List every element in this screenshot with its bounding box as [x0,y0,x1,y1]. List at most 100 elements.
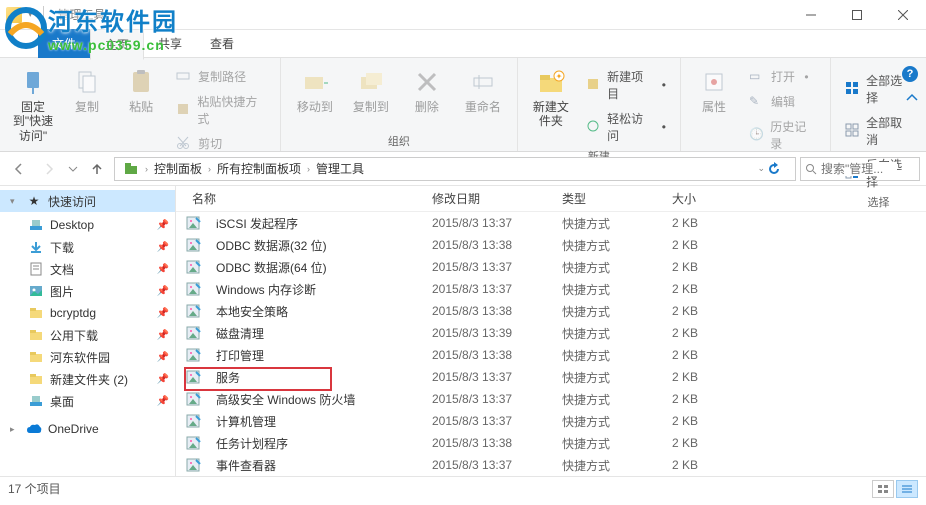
file-name: 事件查看器 [208,457,424,474]
open-button[interactable]: ▭打开 • [745,66,820,87]
pin-quick-access-button[interactable]: 固定到"快速访问" [10,62,56,143]
select-none-button[interactable]: 全部取消 [841,112,916,150]
shortcut-icon [184,434,202,452]
breadcrumb-dropdown-icon[interactable]: ⌄ [757,163,765,174]
file-row[interactable]: 本地安全策略2015/8/3 13:38快捷方式2 KB [176,300,926,322]
nav-item-label: 公用下载 [50,327,98,344]
minimize-button[interactable] [788,0,834,30]
column-size[interactable]: 大小 [664,186,734,211]
nav-item[interactable]: 新建文件夹 (2)📌 [0,368,175,390]
move-to-button[interactable]: 移动到 [291,62,339,114]
nav-item-label: 新建文件夹 (2) [50,371,128,388]
up-button[interactable] [84,156,110,182]
folder-icon [28,371,44,387]
maximize-button[interactable] [834,0,880,30]
column-name[interactable]: 名称 [184,186,424,211]
file-size: 2 KB [664,436,734,450]
rename-button[interactable]: 重命名 [459,62,507,114]
breadcrumb[interactable]: › 控制面板› 所有控制面板项› 管理工具 ⌄ [114,157,796,181]
tab-file[interactable]: 文件 [38,29,90,58]
ribbon-collapse-icon[interactable] [906,92,918,104]
history-button[interactable]: 🕒历史记录 [745,116,820,154]
file-row[interactable]: 任务计划程序2015/8/3 13:38快捷方式2 KB [176,432,926,454]
shortcut-icon [184,280,202,298]
file-name: ODBC 数据源(64 位) [208,259,424,276]
nav-item[interactable]: 桌面📌 [0,390,175,412]
nav-item[interactable]: bcryptdg📌 [0,302,175,324]
status-bar: 17 个项目 [0,476,926,500]
edit-button[interactable]: ✎编辑 [745,91,820,112]
file-date: 2015/8/3 13:37 [424,282,554,296]
qat-dropdown-icon[interactable]: ▾ [28,9,33,20]
breadcrumb-seg-0[interactable]: 控制面板 [150,158,206,179]
nav-onedrive[interactable]: ▸ OneDrive [0,418,175,440]
file-type: 快捷方式 [554,391,664,408]
easy-access-button[interactable]: 轻松访问 • [582,108,670,146]
nav-item[interactable]: 河东软件园 📌 [0,346,175,368]
nav-item-label: 河东软件园 [50,349,110,366]
file-row[interactable]: 高级安全 Windows 防火墙2015/8/3 13:37快捷方式2 KB [176,388,926,410]
delete-button[interactable]: 删除 [403,62,451,114]
paste-shortcut-button[interactable]: 粘贴快捷方式 [172,91,270,129]
file-row[interactable]: ODBC 数据源(32 位)2015/8/3 13:38快捷方式2 KB [176,234,926,256]
file-row[interactable]: 打印管理2015/8/3 13:38快捷方式2 KB [176,344,926,366]
nav-item[interactable]: 文档📌 [0,258,175,280]
copy-path-button[interactable]: 复制路径 [172,66,270,87]
nav-item[interactable]: Desktop📌 [0,214,175,236]
cut-button[interactable]: 剪切 [172,133,270,154]
column-type[interactable]: 类型 [554,186,664,211]
breadcrumb-seg-1[interactable]: 所有控制面板项 [213,158,305,179]
help-icon[interactable]: ? [902,66,918,82]
file-size: 2 KB [664,326,734,340]
file-type: 快捷方式 [554,369,664,386]
search-box[interactable] [800,157,920,181]
file-name: iSCSI 发起程序 [208,215,424,232]
copy-to-button[interactable]: 复制到 [347,62,395,114]
breadcrumb-root-icon[interactable] [119,159,143,179]
nav-item-label: 桌面 [50,393,74,410]
file-date: 2015/8/3 13:38 [424,238,554,252]
search-input[interactable] [817,162,897,176]
nav-item[interactable]: 下载📌 [0,236,175,258]
nav-item[interactable]: 公用下载📌 [0,324,175,346]
forward-button[interactable] [36,156,62,182]
file-row[interactable]: 服务2015/8/3 13:37快捷方式2 KB [176,366,926,388]
refresh-button[interactable] [767,162,791,176]
view-details-button[interactable] [896,480,918,498]
file-type: 快捷方式 [554,435,664,452]
nav-item-label: 下载 [50,239,74,256]
file-row[interactable]: iSCSI 发起程序2015/8/3 13:37快捷方式2 KB [176,212,926,234]
nav-item[interactable]: 图片📌 [0,280,175,302]
copy-button[interactable]: 复制 [64,62,110,114]
file-row[interactable]: 磁盘清理2015/8/3 13:39快捷方式2 KB [176,322,926,344]
expand-icon[interactable]: ▾ [10,196,20,207]
nav-quick-access[interactable]: ▾ ★ 快速访问 [0,190,175,212]
expand-icon[interactable]: ▸ [10,424,20,435]
file-row[interactable]: 事件查看器2015/8/3 13:37快捷方式2 KB [176,454,926,476]
file-date: 2015/8/3 13:38 [424,436,554,450]
shortcut-icon [184,412,202,430]
app-icon [6,7,22,23]
file-row[interactable]: ODBC 数据源(64 位)2015/8/3 13:37快捷方式2 KB [176,256,926,278]
tab-view[interactable]: 查看 [196,29,248,58]
new-item-button[interactable]: 新建项目 • [582,66,670,104]
file-size: 2 KB [664,458,734,472]
new-folder-button[interactable]: ✦新建文件夹 [528,62,574,129]
back-button[interactable] [6,156,32,182]
star-icon: ★ [26,193,42,209]
properties-button[interactable]: 属性 [691,62,737,114]
column-date[interactable]: 修改日期 [424,186,554,211]
file-size: 2 KB [664,370,734,384]
history-dropdown-icon[interactable] [66,156,80,182]
tab-home[interactable]: 主页 [90,29,144,60]
pin-icon: 📌 [157,352,169,363]
file-row[interactable]: Windows 内存诊断2015/8/3 13:37快捷方式2 KB [176,278,926,300]
view-thumbnails-button[interactable] [872,480,894,498]
tab-share[interactable]: 共享 [144,29,196,58]
paste-button[interactable]: 粘贴 [118,62,164,114]
file-row[interactable]: 计算机管理2015/8/3 13:37快捷方式2 KB [176,410,926,432]
breadcrumb-seg-2[interactable]: 管理工具 [312,158,368,179]
file-date: 2015/8/3 13:37 [424,260,554,274]
close-button[interactable] [880,0,926,30]
pin-icon: 📌 [157,220,169,231]
